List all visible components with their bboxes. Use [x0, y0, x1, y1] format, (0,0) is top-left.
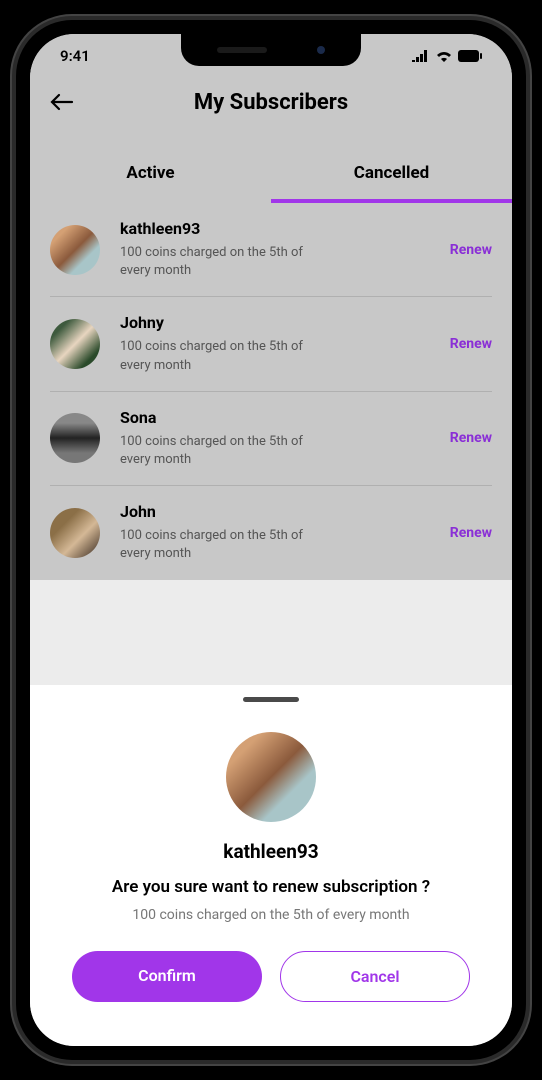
battery-icon: [458, 50, 482, 62]
confirm-button[interactable]: Confirm: [72, 951, 262, 1002]
subscriber-row: Sona 100 coins charged on the 5th of eve…: [50, 392, 492, 486]
sheet-avatar: [226, 732, 316, 822]
arrow-left-icon: [50, 93, 74, 111]
tab-cancelled[interactable]: Cancelled: [271, 151, 512, 203]
avatar: [50, 413, 100, 463]
subscriber-desc: 100 coins charged on the 5th of every mo…: [120, 338, 320, 374]
renew-button[interactable]: Renew: [450, 525, 492, 541]
subscriber-name: kathleen93: [120, 219, 450, 238]
cancel-button[interactable]: Cancel: [280, 951, 470, 1002]
renew-button[interactable]: Renew: [450, 336, 492, 352]
tab-active[interactable]: Active: [30, 151, 271, 203]
sheet-handle[interactable]: [243, 697, 299, 702]
avatar: [50, 225, 100, 275]
subscriber-name: John: [120, 502, 450, 521]
avatar: [50, 508, 100, 558]
subscriber-desc: 100 coins charged on the 5th of every mo…: [120, 244, 320, 280]
subscriber-name: Sona: [120, 408, 450, 427]
subscriber-name: Johny: [120, 313, 450, 332]
page-title: My Subscribers: [194, 90, 348, 115]
subscriber-row: John 100 coins charged on the 5th of eve…: [50, 486, 492, 579]
confirm-sheet: kathleen93 Are you sure want to renew su…: [30, 685, 512, 1046]
renew-button[interactable]: Renew: [450, 242, 492, 258]
sheet-question: Are you sure want to renew subscription …: [112, 877, 430, 897]
subscriber-desc: 100 coins charged on the 5th of every mo…: [120, 433, 320, 469]
sheet-name: kathleen93: [223, 840, 318, 863]
wifi-icon: [436, 50, 452, 62]
renew-button[interactable]: Renew: [450, 430, 492, 446]
sheet-desc: 100 coins charged on the 5th of every mo…: [132, 907, 409, 923]
back-button[interactable]: [50, 89, 74, 117]
subscriber-desc: 100 coins charged on the 5th of every mo…: [120, 527, 320, 563]
avatar: [50, 319, 100, 369]
subscriber-row: kathleen93 100 coins charged on the 5th …: [50, 203, 492, 297]
subscriber-row: Johny 100 coins charged on the 5th of ev…: [50, 297, 492, 391]
status-time: 9:41: [60, 47, 90, 65]
signal-icon: [412, 50, 430, 62]
